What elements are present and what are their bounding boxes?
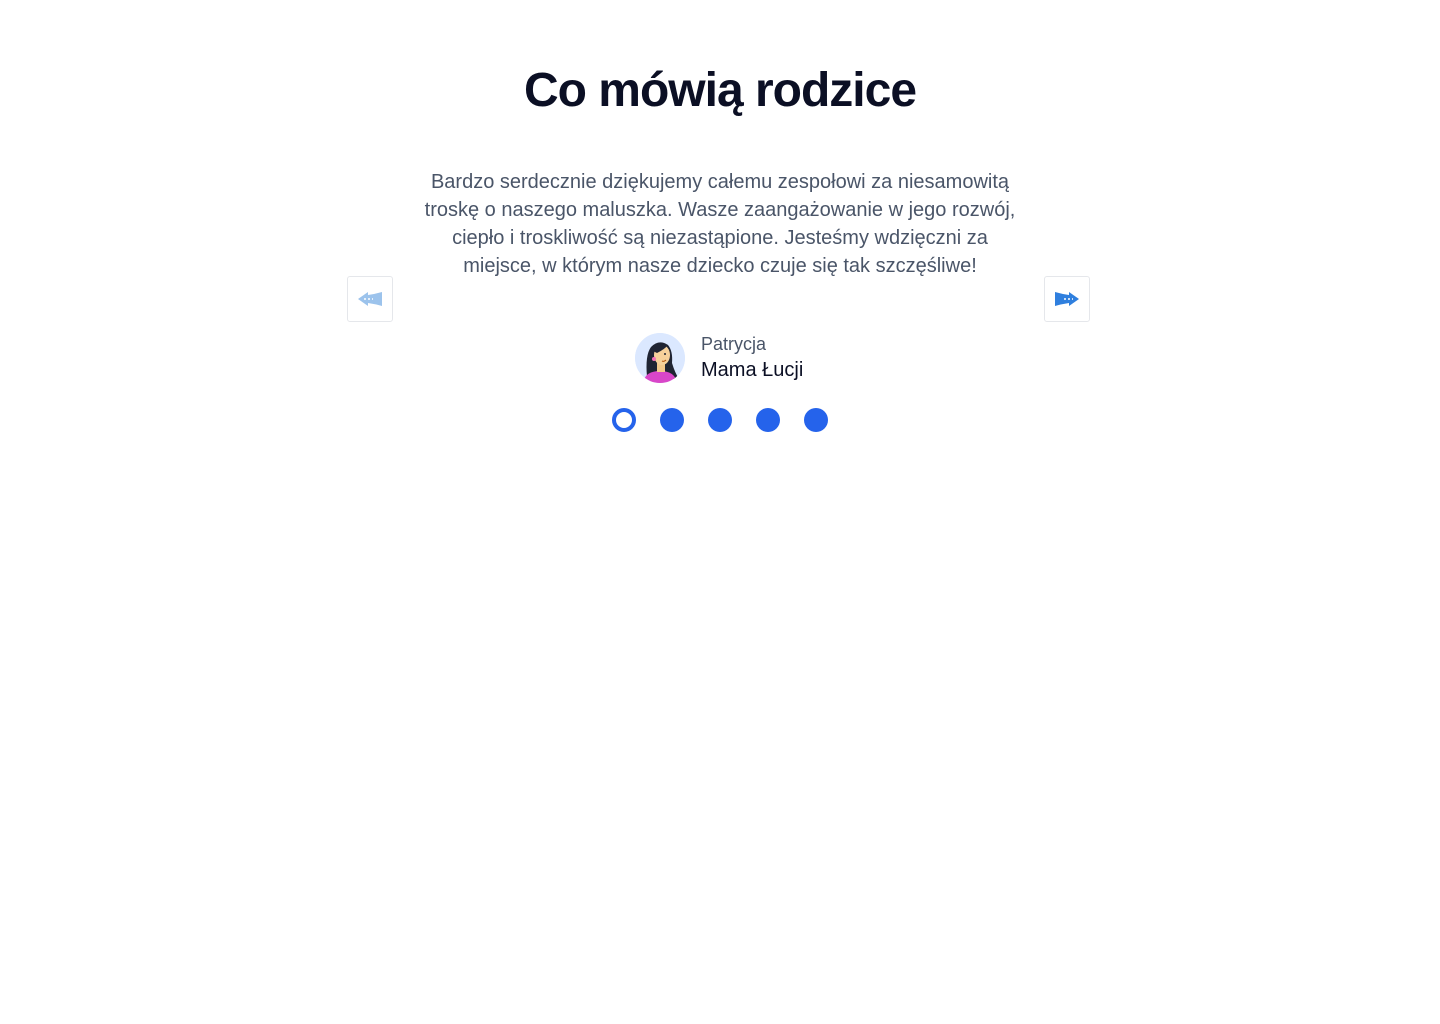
pagination-dot-5[interactable]	[804, 408, 828, 432]
pagination-dot-1[interactable]	[612, 408, 636, 432]
next-testimonial-button[interactable]	[1044, 276, 1090, 322]
pagination-dot-2[interactable]	[660, 408, 684, 432]
testimonial-quote: Bardzo serdecznie dziękujemy całemu zesp…	[424, 171, 1016, 277]
testimonial-author: Patrycja Mama Łucji	[635, 332, 803, 384]
avatar	[635, 333, 685, 383]
arrow-right-icon	[1054, 290, 1080, 308]
pagination-dot-3[interactable]	[708, 408, 732, 432]
prev-testimonial-button[interactable]	[347, 276, 393, 322]
testimonials-section: Co mówią rodzice Bardzo serdecznie dzięk…	[0, 0, 1440, 1024]
pagination-dot-4[interactable]	[756, 408, 780, 432]
section-title: Co mówią rodzice	[523, 64, 917, 117]
author-name: Patrycja	[701, 334, 767, 354]
arrow-left-icon	[357, 290, 383, 308]
author-role: Mama Łucji	[701, 359, 804, 381]
pagination-dots	[612, 408, 828, 432]
